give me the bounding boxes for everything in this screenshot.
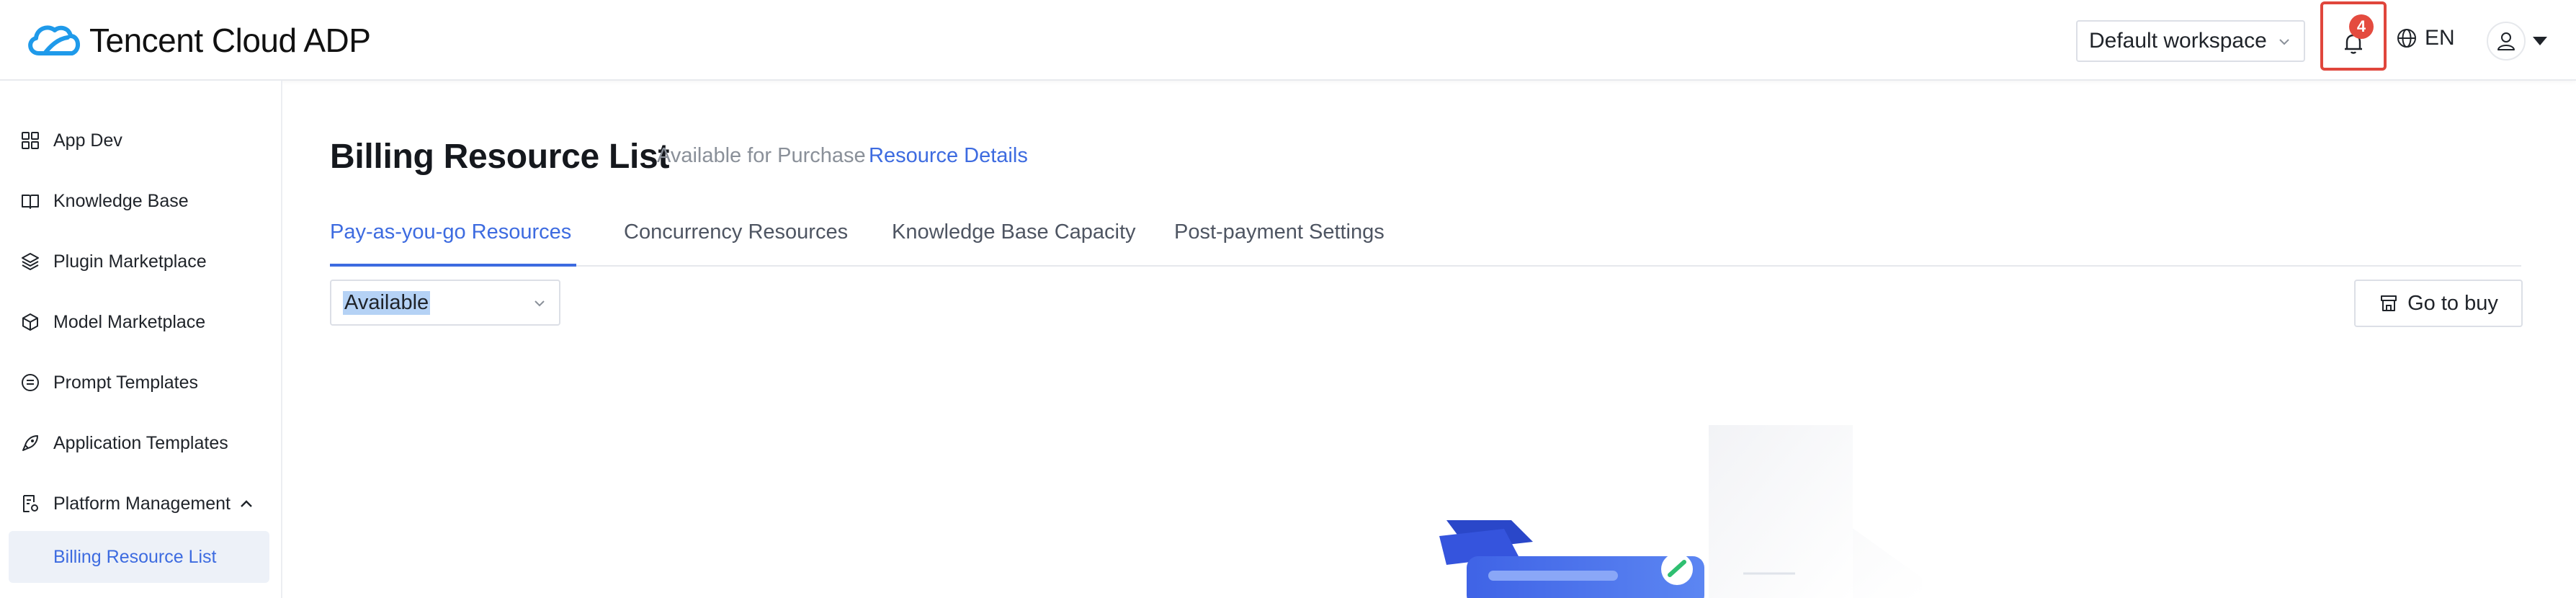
sidebar-item-label: Model Marketplace xyxy=(53,311,206,332)
sidebar-subitem-billing-resource-list[interactable]: Billing Resource List xyxy=(9,531,269,583)
tab-concurrency[interactable]: Concurrency Resources xyxy=(624,220,848,244)
store-icon xyxy=(2381,295,2397,311)
cube-icon xyxy=(22,313,38,331)
sidebar-item-platform-management[interactable]: Platform Management xyxy=(0,478,282,529)
logo[interactable]: Tencent Cloud ADP xyxy=(23,19,371,62)
sidebar-item-label: Plugin Marketplace xyxy=(53,251,207,272)
main-content: Billing Resource List Available for Purc… xyxy=(282,81,2576,598)
layers-icon xyxy=(22,253,39,270)
globe-icon xyxy=(2397,29,2416,48)
message-icon xyxy=(22,374,39,391)
sidebar-item-model-marketplace[interactable]: Model Marketplace xyxy=(0,297,282,347)
go-to-buy-label: Go to buy xyxy=(2407,291,2498,315)
sidebar-item-plugin-marketplace[interactable]: Plugin Marketplace xyxy=(0,236,282,287)
logo-text: Tencent Cloud ADP xyxy=(89,22,371,59)
workspace-select[interactable]: Default workspace xyxy=(2076,20,2305,62)
sidebar-item-prompt-templates[interactable]: Prompt Templates xyxy=(0,357,282,408)
book-icon xyxy=(22,195,39,209)
resource-details-link[interactable]: Resource Details xyxy=(869,144,1028,168)
empty-state-illustration xyxy=(1439,425,1922,598)
chevron-down-icon xyxy=(535,300,545,307)
status-filter-select[interactable]: Available xyxy=(330,280,560,326)
user-menu[interactable] xyxy=(2487,22,2547,61)
active-tab-indicator xyxy=(330,264,576,267)
status-filter-value: Available xyxy=(343,290,431,315)
sidebar-item-application-templates[interactable]: Application Templates xyxy=(0,418,282,468)
sidebar-nav: App Dev Knowledge Base Plugin Marketplac… xyxy=(0,81,282,598)
rocket-icon xyxy=(22,435,38,451)
notification-button[interactable]: 4 xyxy=(2320,1,2387,71)
chevron-down-icon xyxy=(2279,39,2289,45)
sidebar-item-app-dev[interactable]: App Dev xyxy=(0,115,282,166)
tab-pay-as-you-go[interactable]: Pay-as-you-go Resources xyxy=(330,220,571,244)
notification-badge: 4 xyxy=(2349,14,2374,39)
grid-icon xyxy=(22,132,39,149)
tab-knowledge-base-capacity[interactable]: Knowledge Base Capacity xyxy=(892,220,1136,244)
page-title: Billing Resource List xyxy=(330,138,670,176)
avatar xyxy=(2487,22,2526,61)
tab-post-payment-settings[interactable]: Post-payment Settings xyxy=(1174,220,1385,244)
sidebar-subitem-label: Billing Resource List xyxy=(53,546,217,567)
sidebar-item-knowledge-base[interactable]: Knowledge Base xyxy=(0,176,282,226)
document-gear-icon xyxy=(23,495,38,512)
sidebar-item-label: Knowledge Base xyxy=(53,190,189,211)
title-subtitle: Available for Purchase xyxy=(657,144,866,167)
chevron-up-icon xyxy=(241,500,252,507)
tab-bar: Pay-as-you-go Resources Concurrency Reso… xyxy=(330,210,2521,267)
top-header: Tencent Cloud ADP Default workspace 4 EN xyxy=(0,0,2576,81)
workspace-label: Default workspace xyxy=(2089,29,2267,53)
go-to-buy-button[interactable]: Go to buy xyxy=(2354,280,2523,327)
sidebar-item-label: Application Templates xyxy=(53,432,228,453)
cloud-logo-icon xyxy=(28,25,80,55)
language-switch[interactable]: EN xyxy=(2396,26,2455,50)
language-label: EN xyxy=(2425,26,2455,50)
sidebar-item-label: App Dev xyxy=(53,130,122,151)
sidebar-item-label: Platform Management xyxy=(53,493,231,514)
caret-down-icon xyxy=(2533,37,2547,45)
sidebar-item-label: Prompt Templates xyxy=(53,372,199,393)
user-icon xyxy=(2497,32,2515,50)
